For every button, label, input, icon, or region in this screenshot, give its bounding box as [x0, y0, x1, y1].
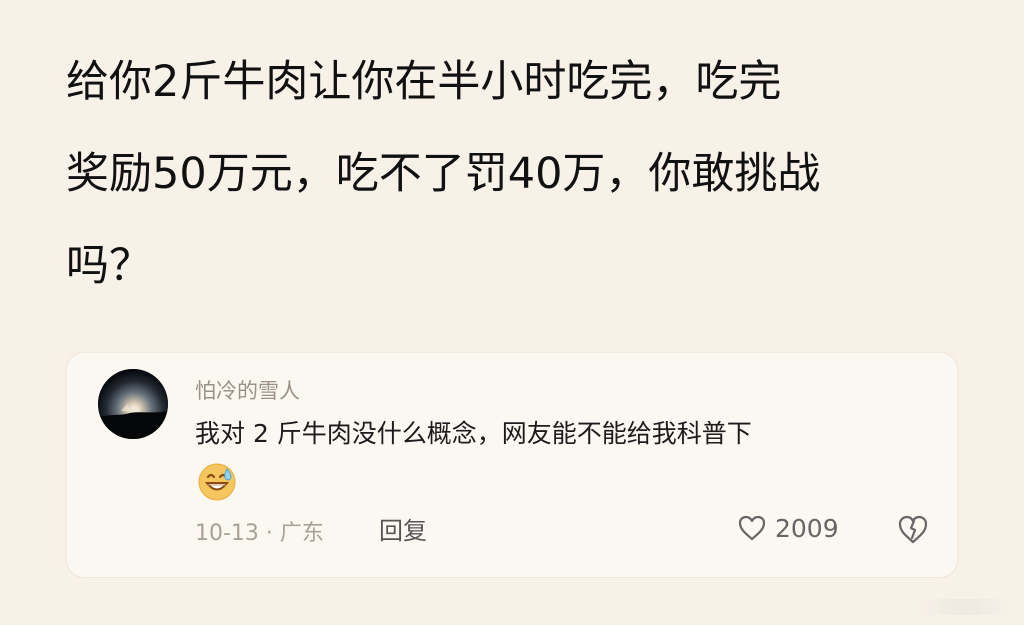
like-button[interactable]: 2009: [737, 511, 839, 545]
comment-card: 怕冷的雪人 我对 2 斤牛肉没什么概念，网友能不能给我科普下 10-13 · 广…: [66, 352, 958, 578]
username[interactable]: 怕冷的雪人: [195, 375, 300, 405]
reply-button[interactable]: 回复: [379, 511, 427, 546]
post-question: 给你2斤牛肉让你在半小时吃完，吃完 奖励50万元，吃不了罚40万，你敢挑战 吗？: [66, 36, 966, 312]
grinning-sweat-emoji-icon: [196, 461, 238, 503]
watermark: [918, 599, 1014, 615]
comment-date-location: 10-13 · 广东: [195, 521, 324, 546]
broken-heart-icon[interactable]: [896, 513, 930, 547]
avatar[interactable]: [98, 369, 168, 439]
like-count: 2009: [775, 513, 839, 543]
comment-text: 我对 2 斤牛肉没什么概念，网友能不能给我科普下: [195, 419, 752, 448]
heart-icon: [737, 514, 767, 542]
question-line-3: 吗？: [66, 241, 152, 291]
question-line-2: 奖励50万元，吃不了罚40万，你敢挑战: [66, 149, 821, 199]
question-line-1: 给你2斤牛肉让你在半小时吃完，吃完: [66, 57, 782, 107]
